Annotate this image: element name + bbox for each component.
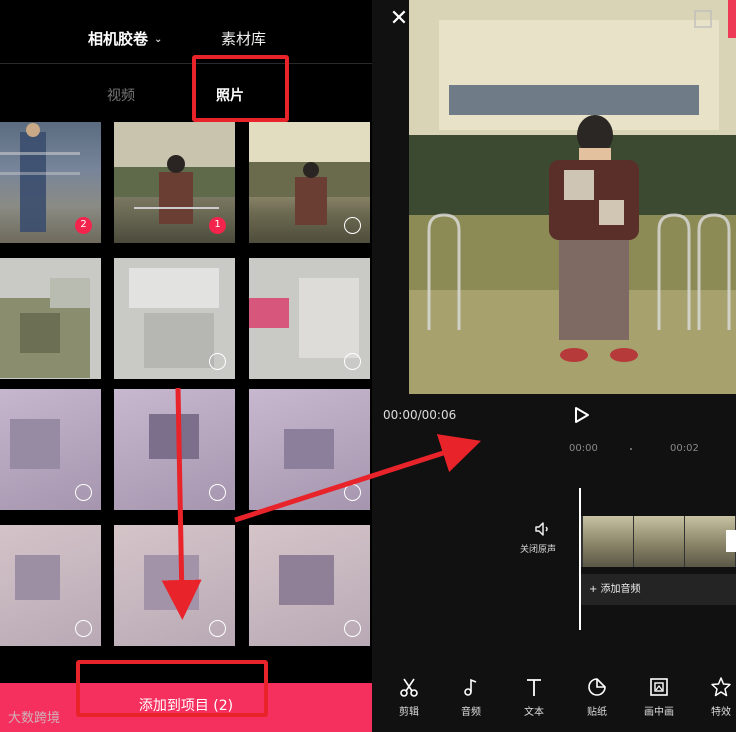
mute-original-label: 关闭原声 <box>519 545 556 555</box>
media-thumb[interactable] <box>0 389 101 510</box>
selection-circle[interactable] <box>75 484 92 501</box>
playback-time: 00:00/00:06 <box>383 408 457 422</box>
tool-sticker[interactable]: 贴纸 <box>572 676 622 718</box>
media-thumb[interactable] <box>249 389 370 510</box>
effects-star-icon <box>711 677 731 697</box>
text-icon <box>527 679 541 696</box>
ruler-dot <box>630 448 632 450</box>
selection-circle[interactable] <box>209 353 226 370</box>
selection-circle[interactable] <box>344 217 361 234</box>
add-audio-button[interactable]: + 添加音频 <box>581 574 736 605</box>
media-thumb[interactable] <box>114 258 235 379</box>
tab-camera-roll-label: 相机胶卷 <box>88 30 149 48</box>
watermark-text: 大数跨境 <box>8 711 61 726</box>
selection-circle[interactable] <box>75 620 92 637</box>
media-thumb[interactable] <box>114 389 235 510</box>
music-note-icon <box>464 678 477 696</box>
editor-toolbar: 剪辑 音频 文本 贴纸 画中画 特效 <box>372 676 736 732</box>
tool-label: 贴纸 <box>587 707 607 718</box>
tool-label: 画中画 <box>644 707 674 718</box>
tool-cut[interactable]: 剪辑 <box>384 676 434 718</box>
close-icon[interactable]: ✕ <box>388 8 410 30</box>
selection-circle[interactable] <box>344 620 361 637</box>
subtab-video[interactable]: 视频 <box>107 85 135 105</box>
media-thumb[interactable] <box>0 258 101 379</box>
tool-audio[interactable]: 音频 <box>446 676 496 718</box>
selection-badge[interactable]: 2 <box>75 217 92 234</box>
tool-label: 文本 <box>524 707 544 718</box>
selection-circle[interactable] <box>344 484 361 501</box>
boy-photo-preview-image <box>409 0 736 394</box>
fullscreen-icon[interactable] <box>694 10 712 28</box>
speaker-icon <box>535 522 548 536</box>
timeline-ruler: 00:00 00:02 <box>372 437 736 461</box>
highlight-box-photo-tab <box>192 55 289 122</box>
tool-effects[interactable]: 特效 <box>696 676 736 718</box>
ruler-label: 00:02 <box>670 443 699 454</box>
selection-badge[interactable]: 1 <box>209 217 226 234</box>
editor-panel: ✕ 00:00/00:06 00:00 00:02 关闭原声 + 添加音频 剪辑… <box>372 0 736 732</box>
clip-frame-thumb <box>583 516 633 567</box>
add-clip-handle[interactable] <box>726 530 736 552</box>
video-track-clip[interactable] <box>581 516 736 567</box>
media-thumb[interactable] <box>249 525 370 646</box>
picture-in-picture-icon <box>650 678 668 696</box>
album-top-tabs: 相机胶卷 ⌄ 素材库 <box>0 18 372 58</box>
video-preview[interactable] <box>409 0 736 394</box>
chevron-down-icon: ⌄ <box>154 34 163 45</box>
tab-material-library[interactable]: 素材库 <box>221 28 266 49</box>
tool-picture-in-picture[interactable]: 画中画 <box>634 676 684 718</box>
play-icon[interactable] <box>574 406 590 424</box>
ruler-label: 00:00 <box>569 443 598 454</box>
mute-original-button[interactable]: 关闭原声 <box>520 520 562 555</box>
selection-circle[interactable] <box>209 484 226 501</box>
media-thumb[interactable] <box>249 258 370 379</box>
scissors-icon <box>400 678 418 697</box>
tool-label: 特效 <box>711 707 731 718</box>
export-button-edge[interactable] <box>728 0 736 38</box>
media-thumb[interactable]: 2 <box>0 122 101 243</box>
media-thumb[interactable] <box>0 525 101 646</box>
album-picker-panel: 相机胶卷 ⌄ 素材库 视频 照片 2 1 添加到项目 (2) 大数跨境 <box>0 0 372 732</box>
divider <box>0 63 372 64</box>
tab-camera-roll[interactable]: 相机胶卷 ⌄ <box>88 28 162 49</box>
media-thumb[interactable]: 1 <box>114 122 235 243</box>
clip-frame-thumb <box>634 516 684 567</box>
tool-label: 音频 <box>461 707 481 718</box>
media-thumb[interactable] <box>249 122 370 243</box>
tool-text[interactable]: 文本 <box>509 676 559 718</box>
media-thumb[interactable] <box>114 525 235 646</box>
selection-circle[interactable] <box>344 353 361 370</box>
sticker-icon <box>588 678 606 696</box>
tool-label: 剪辑 <box>399 707 419 718</box>
highlight-box-add-button <box>76 660 268 717</box>
selection-circle[interactable] <box>209 620 226 637</box>
